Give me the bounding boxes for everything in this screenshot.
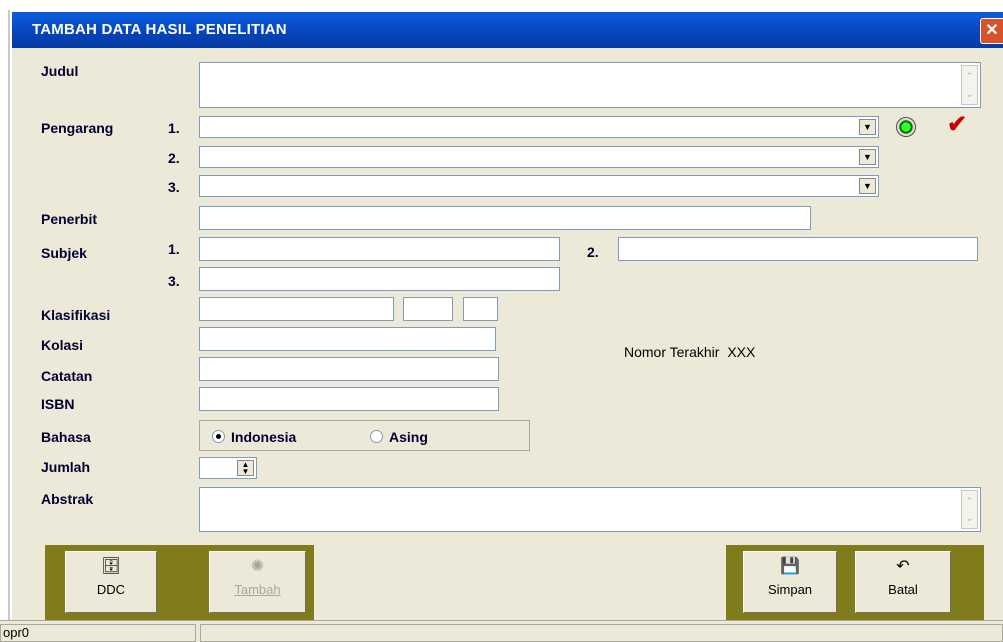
judul-textarea[interactable]: ⌃ ⌄ (199, 62, 981, 108)
batal-button-label: Batal (888, 582, 918, 597)
save-icon: 💾 (780, 558, 800, 575)
kolasi-field[interactable] (199, 327, 496, 351)
right-button-group: 💾 Simpan ↶ Batal (726, 545, 984, 620)
window-left-edge (0, 0, 12, 641)
catatan-label: Catatan (41, 368, 93, 384)
tambah-button-label: Tambah (234, 582, 281, 597)
subjek-1-field[interactable] (199, 237, 560, 261)
abstrak-textarea[interactable]: ⌃ ⌄ (199, 487, 981, 532)
jumlah-stepper[interactable]: ▲ ▼ (199, 457, 257, 479)
chevron-down-icon[interactable]: ▼ (859, 149, 876, 165)
bahasa-option-asing[interactable]: Asing (370, 429, 428, 445)
pengarang-1-select[interactable]: ▼ (199, 116, 879, 138)
close-button[interactable]: ✕ (980, 18, 1003, 44)
ddc-button-label: DDC (96, 582, 126, 597)
status-bar: opr0 (0, 620, 1003, 642)
isbn-field[interactable] (199, 387, 499, 411)
ddc-icon: 🗄 (100, 558, 122, 575)
abstrak-label: Abstrak (41, 491, 94, 507)
klasifikasi-1-field[interactable] (199, 297, 394, 321)
radio-selected-icon[interactable] (212, 430, 225, 443)
title-bar[interactable]: TAMBAH DATA HASIL PENELITIAN ✕ (12, 12, 1003, 48)
scroll-up-icon[interactable]: ⌃ (962, 491, 977, 511)
window-title: TAMBAH DATA HASIL PENELITIAN (32, 21, 287, 38)
pengarang-number-3: 3. (168, 179, 180, 195)
klasifikasi-label: Klasifikasi (41, 307, 111, 323)
status-message (200, 624, 1003, 642)
subjek-number-3: 3. (168, 273, 180, 289)
nomor-terakhir: Nomor Terakhir XXX (624, 344, 755, 360)
lightbulb-icon: ✺ (250, 558, 265, 575)
nomor-terakhir-value: XXX (727, 344, 756, 360)
bahasa-indonesia-label: Indonesia (231, 429, 297, 445)
simpan-button-label: Simpan (767, 582, 813, 597)
subjek-label: Subjek (41, 245, 87, 261)
scroll-down-icon[interactable]: ⌄ (962, 511, 977, 528)
subjek-3-field[interactable] (199, 267, 560, 291)
chevron-down-icon[interactable]: ▼ (859, 119, 876, 135)
catatan-field[interactable] (199, 357, 499, 381)
bahasa-option-indonesia[interactable]: Indonesia (212, 429, 296, 445)
penerbit-field[interactable] (199, 206, 811, 230)
simpan-button[interactable]: 💾 Simpan (743, 551, 837, 613)
pengarang-number-2: 2. (168, 150, 180, 166)
radio-unselected-icon[interactable] (370, 430, 383, 443)
form-panel: Judul ⌃ ⌄ Pengarang 1. ▼ ✔ 2. ▼ 3. ▼ Pen… (12, 48, 1003, 641)
pengarang-3-select[interactable]: ▼ (199, 175, 879, 197)
nomor-terakhir-label: Nomor Terakhir (624, 344, 720, 360)
pengarang-2-select[interactable]: ▼ (199, 146, 879, 168)
subjek-number-2: 2. (587, 244, 599, 260)
checkmark-icon[interactable]: ✔ (947, 110, 967, 139)
judul-label: Judul (41, 63, 79, 79)
pengarang-label: Pengarang (41, 120, 114, 136)
penerbit-label: Penerbit (41, 211, 98, 227)
bahasa-asing-label: Asing (389, 429, 428, 445)
bahasa-radio-group: Indonesia Asing (199, 420, 530, 451)
bahasa-label: Bahasa (41, 429, 91, 445)
subjek-2-field[interactable] (618, 237, 978, 261)
ddc-button[interactable]: 🗄 DDC (65, 551, 157, 613)
spin-icon[interactable]: ▲ ▼ (237, 460, 254, 476)
isbn-label: ISBN (41, 396, 75, 412)
left-button-group: 🗄 DDC ✺ Tambah (45, 545, 314, 620)
subjek-number-1: 1. (168, 241, 180, 257)
window-left-border (8, 10, 10, 641)
abstrak-scrollbar[interactable]: ⌃ ⌄ (961, 490, 978, 529)
kolasi-label: Kolasi (41, 337, 84, 353)
tambah-button[interactable]: ✺ Tambah (209, 551, 306, 613)
undo-icon: ↶ (896, 558, 910, 575)
status-user: opr0 (0, 624, 196, 642)
scroll-up-icon[interactable]: ⌃ (962, 66, 977, 86)
judul-scrollbar[interactable]: ⌃ ⌄ (961, 65, 978, 105)
pengarang-number-1: 1. (168, 120, 180, 136)
klasifikasi-3-field[interactable] (463, 297, 498, 321)
chevron-down-icon[interactable]: ▼ (859, 178, 876, 194)
scroll-down-icon[interactable]: ⌄ (962, 86, 977, 104)
batal-button[interactable]: ↶ Batal (855, 551, 951, 613)
klasifikasi-2-field[interactable] (403, 297, 453, 321)
jumlah-label: Jumlah (41, 459, 91, 475)
green-status-icon[interactable] (896, 117, 916, 137)
